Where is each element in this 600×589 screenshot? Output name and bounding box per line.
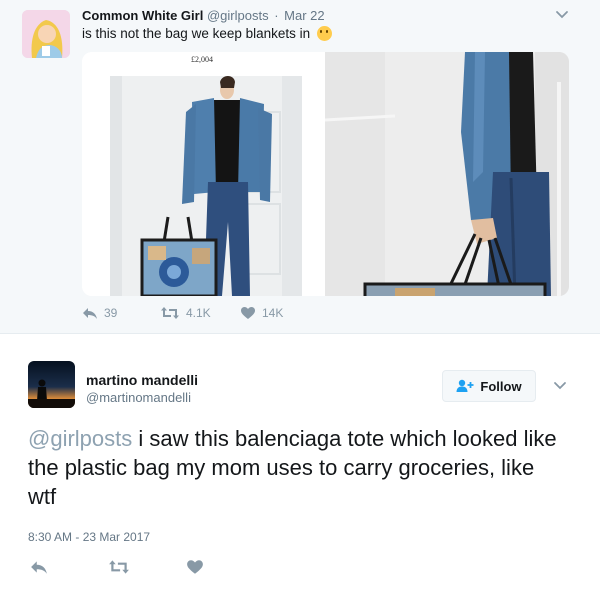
avatar[interactable] [28,361,75,408]
user-handle[interactable]: @girlposts [207,8,269,23]
parent-tweet[interactable]: Common White Girl @girlposts · Mar 22 is… [0,0,600,334]
heart-icon [241,307,255,319]
avatar[interactable] [22,10,70,58]
chevron-down-icon[interactable] [554,8,570,22]
like-action[interactable] [186,559,210,575]
display-name[interactable]: martino mandelli [86,372,198,388]
separator: · [274,8,279,23]
media-grid[interactable]: £2,004 [82,52,569,296]
heart-icon [187,560,203,574]
like-action[interactable]: 14K [240,306,283,320]
chevron-down-icon[interactable] [552,379,568,393]
reply-action[interactable] [30,559,54,575]
user-handle[interactable]: @martinomandelli [86,390,191,405]
product-photo[interactable]: £2,004 [82,52,322,296]
tweet-text: is this not the bag we keep blankets in [82,26,332,41]
retweet-icon [109,560,129,574]
reply-action[interactable]: 39 [82,306,117,320]
display-name[interactable]: Common White Girl [82,8,203,23]
follow-button-label: Follow [480,378,522,394]
tweet-text-body: is this not the bag we keep blankets in [82,26,311,41]
retweet-count: 4.1K [186,306,211,320]
reply-count: 39 [104,306,118,320]
retweet-action[interactable] [108,559,136,575]
thinking-face-emoji-icon [316,26,332,41]
tweet-timestamp[interactable]: 8:30 AM - 23 Mar 2017 [28,530,150,544]
retweet-action[interactable]: 4.1K [160,306,211,320]
reply-icon [83,308,97,319]
follow-button[interactable]: Follow [442,370,536,402]
product-closeup-photo[interactable] [325,52,569,296]
tweet-header: Common White Girl @girlposts · Mar 22 [82,8,325,23]
tweet-date[interactable]: Mar 22 [284,8,324,23]
reply-icon [31,561,47,574]
like-count: 14K [262,306,284,320]
mention-link[interactable]: @girlposts [28,426,132,451]
retweet-icon [161,307,179,319]
tweet-text: @girlposts i saw this balenciaga tote wh… [28,424,568,511]
add-user-icon [456,379,474,392]
